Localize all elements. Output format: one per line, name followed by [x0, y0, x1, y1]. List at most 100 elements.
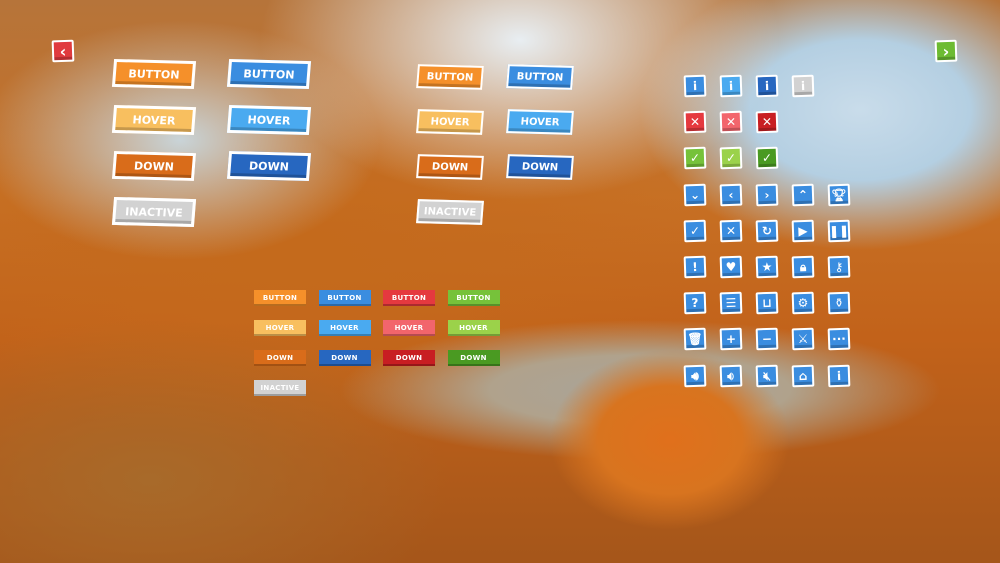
- trophy-icon: 🏆︎: [831, 187, 847, 202]
- chevron-down-icon: ⌄: [689, 187, 701, 202]
- small-button-button[interactable]: BUTTON: [318, 290, 371, 306]
- plus-button[interactable]: +: [719, 328, 743, 351]
- info-button[interactable]: i: [719, 74, 743, 98]
- small-button-button[interactable]: BUTTON: [254, 290, 306, 306]
- button-label: DOWN: [395, 354, 423, 362]
- large-button-button[interactable]: BUTTON: [111, 58, 197, 90]
- potion-button[interactable]: ⚱: [827, 291, 851, 315]
- button-label: HOVER: [330, 324, 359, 332]
- pause-button[interactable]: ❚❚: [827, 219, 851, 243]
- check-icon: ✓: [725, 151, 737, 166]
- refresh-button[interactable]: ↻: [755, 219, 779, 243]
- plus-icon: +: [725, 332, 737, 347]
- small-button-inactive[interactable]: INACTIVE: [254, 380, 306, 396]
- close-button[interactable]: ✕: [755, 110, 779, 134]
- button-label: DOWN: [521, 161, 559, 173]
- info-icon: i: [764, 78, 770, 94]
- forward-button[interactable]: ›: [934, 39, 958, 63]
- medium-button-hover[interactable]: HOVER: [506, 109, 574, 135]
- keyhole-button[interactable]: ⚷: [827, 255, 851, 279]
- large-button-down[interactable]: DOWN: [111, 150, 197, 182]
- chevron-down-button[interactable]: ⌄: [683, 183, 707, 206]
- check-button[interactable]: ✓: [683, 219, 707, 243]
- small-button-down[interactable]: DOWN: [254, 350, 306, 366]
- crossed-swords-button[interactable]: ⚔: [791, 328, 815, 351]
- check-button[interactable]: ✓: [719, 147, 743, 170]
- heart-button[interactable]: ♥: [719, 255, 743, 279]
- large-button-inactive[interactable]: INACTIVE: [111, 196, 197, 228]
- small-button-down[interactable]: DOWN: [447, 350, 500, 366]
- small-button-hover[interactable]: HOVER: [318, 320, 371, 336]
- check-button[interactable]: ✓: [755, 147, 779, 170]
- menu-button[interactable]: ☰: [719, 291, 743, 315]
- small-button-hover[interactable]: HOVER: [447, 320, 500, 336]
- exclamation-button[interactable]: !: [683, 255, 707, 279]
- medium-button-button[interactable]: BUTTON: [416, 64, 484, 90]
- large-button-hover[interactable]: HOVER: [226, 104, 312, 136]
- chevron-left-button[interactable]: ‹: [719, 183, 743, 206]
- close-button[interactable]: ✕: [719, 219, 743, 243]
- small-button-hover[interactable]: HOVER: [383, 320, 435, 336]
- small-button-down[interactable]: DOWN: [383, 350, 435, 366]
- large-button-hover[interactable]: HOVER: [111, 104, 197, 136]
- medium-button-inactive[interactable]: INACTIVE: [416, 199, 484, 225]
- small-button-down[interactable]: DOWN: [318, 350, 371, 366]
- close-button[interactable]: ✕: [719, 110, 743, 134]
- info-icon: i: [728, 78, 734, 94]
- trophy-button[interactable]: 🏆︎: [827, 183, 851, 206]
- button-label: HOVER: [459, 324, 488, 332]
- play-button[interactable]: ▶: [791, 219, 815, 243]
- button-label: HOVER: [520, 116, 560, 128]
- minus-button[interactable]: −: [755, 328, 779, 351]
- large-button-button[interactable]: BUTTON: [226, 58, 312, 90]
- medium-button-button[interactable]: BUTTON: [506, 64, 574, 90]
- info-button[interactable]: i: [755, 74, 779, 98]
- chevron-up-button[interactable]: ⌃: [791, 183, 815, 206]
- minus-icon: −: [761, 332, 773, 347]
- trash-button[interactable]: 🗑︎: [683, 328, 707, 351]
- button-label: INACTIVE: [260, 384, 300, 392]
- info-button[interactable]: i: [791, 74, 815, 98]
- chevron-right-button[interactable]: ›: [755, 183, 779, 206]
- small-button-hover[interactable]: HOVER: [254, 320, 306, 336]
- button-label: BUTTON: [262, 294, 298, 302]
- chevron-left-icon: ‹: [728, 187, 734, 202]
- basket-button[interactable]: ⊔: [755, 291, 779, 315]
- gear-icon: ⚙: [797, 296, 809, 311]
- sound-on-button[interactable]: 🔊︎: [683, 364, 707, 387]
- medium-button-hover[interactable]: HOVER: [416, 109, 484, 135]
- button-label: INACTIVE: [124, 204, 184, 220]
- small-button-button[interactable]: BUTTON: [447, 290, 500, 306]
- close-icon: ✕: [761, 115, 773, 130]
- refresh-icon: ↻: [761, 223, 773, 238]
- chevron-left-icon: ‹: [59, 41, 67, 61]
- sound-on-icon: 🔊︎: [690, 367, 700, 383]
- basket-icon: ⊔: [761, 296, 773, 311]
- button-label: HOVER: [132, 112, 176, 128]
- potion-icon: ⚱: [833, 296, 845, 311]
- home-button[interactable]: ⌂: [791, 364, 815, 387]
- button-label: HOVER: [394, 324, 424, 332]
- small-button-button[interactable]: BUTTON: [383, 290, 435, 306]
- info-button[interactable]: i: [827, 364, 851, 387]
- sound-mute-button[interactable]: 🔇︎: [755, 364, 779, 387]
- sound-low-button[interactable]: 🔉︎: [719, 364, 743, 387]
- star-button[interactable]: ★: [755, 255, 779, 279]
- lock-button[interactable]: 🔒︎: [791, 255, 815, 279]
- more-button[interactable]: ···: [827, 328, 851, 351]
- medium-button-down[interactable]: DOWN: [506, 154, 574, 180]
- medium-button-down[interactable]: DOWN: [416, 154, 484, 180]
- gear-button[interactable]: ⚙: [791, 291, 815, 315]
- check-button[interactable]: ✓: [683, 147, 707, 170]
- info-button[interactable]: i: [683, 74, 707, 98]
- question-button[interactable]: ?: [683, 291, 707, 315]
- button-label: DOWN: [133, 158, 175, 174]
- button-label: DOWN: [460, 354, 487, 362]
- back-button[interactable]: ‹: [51, 39, 75, 63]
- button-label: BUTTON: [327, 294, 362, 302]
- lock-icon: 🔒︎: [799, 259, 807, 274]
- check-icon: ✓: [689, 151, 701, 166]
- keyhole-icon: ⚷: [834, 259, 844, 275]
- large-button-down[interactable]: DOWN: [226, 150, 312, 182]
- close-button[interactable]: ✕: [683, 110, 707, 134]
